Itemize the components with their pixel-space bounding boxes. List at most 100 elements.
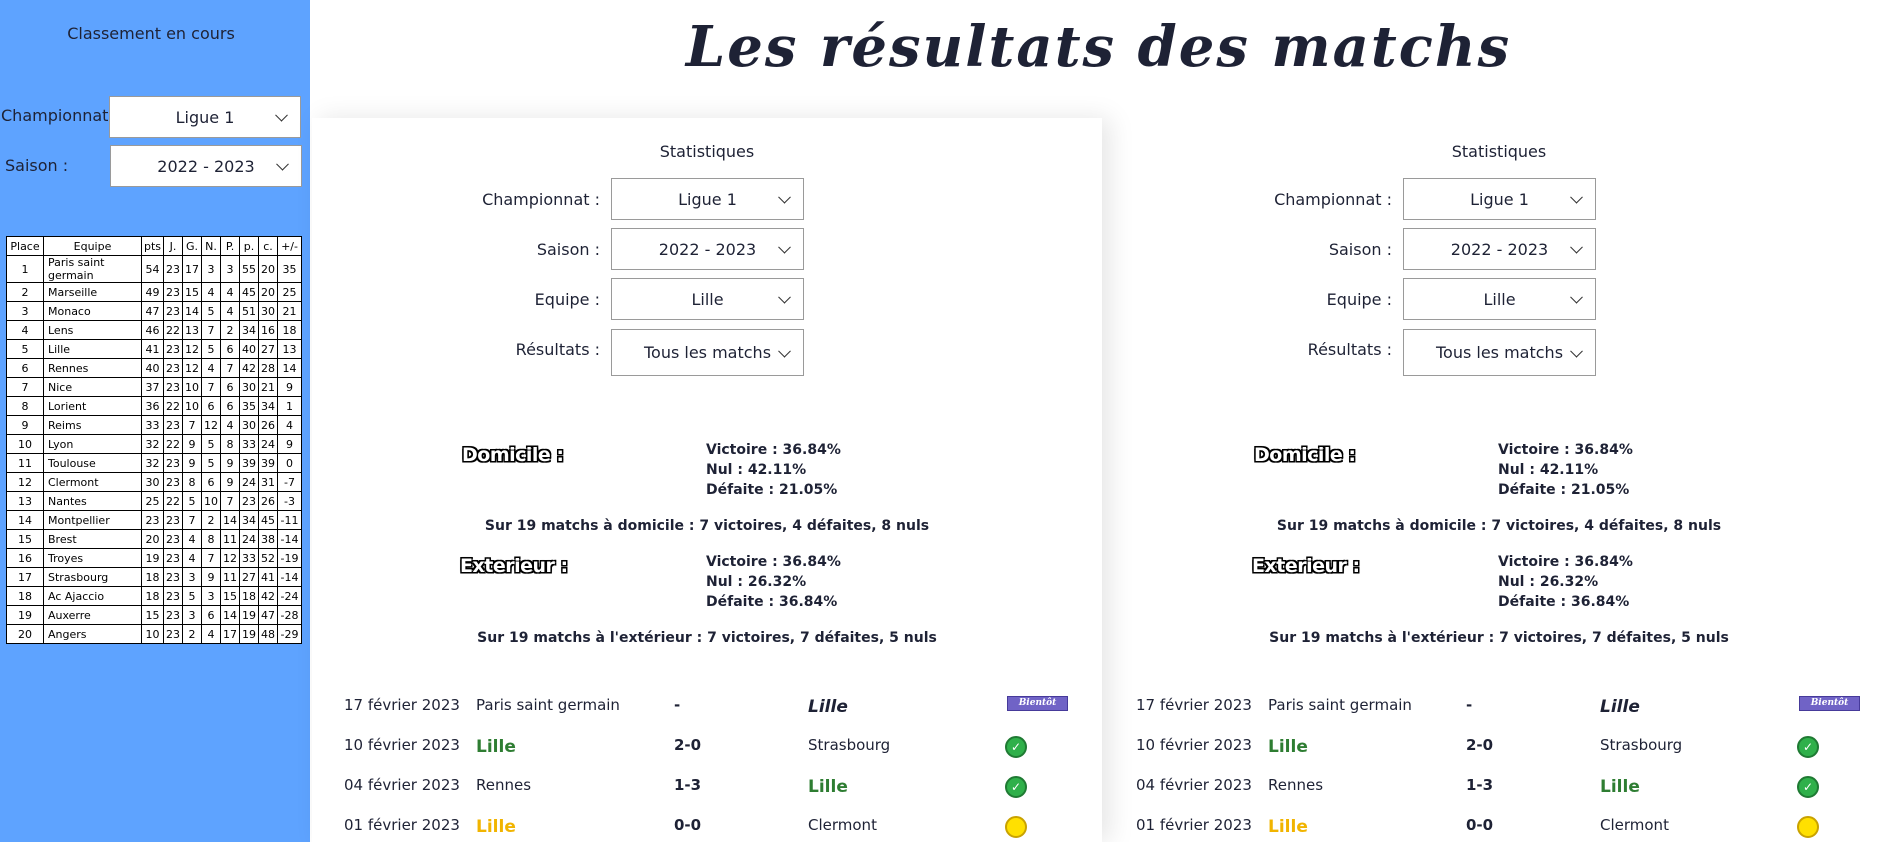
cell-contre: 16	[258, 320, 279, 340]
cell-j: 23	[163, 358, 184, 378]
header-pts: pts	[140, 236, 165, 256]
cell-diff: -14	[277, 529, 303, 549]
panel-championnat-value: Ligue 1	[678, 189, 737, 209]
page-title: Les résultats des matchs	[685, 14, 1512, 80]
ranking-row: 12 Clermont 30 23 8 6 9 24 31 -7	[6, 472, 303, 492]
match-score: 1-3	[674, 776, 702, 794]
match-score: -	[1466, 696, 1473, 714]
cell-pts: 18	[140, 567, 165, 587]
cell-place: 11	[6, 453, 44, 473]
cell-team: Strasbourg	[43, 567, 142, 587]
panel-resultats-select[interactable]: Tous les matchs	[1403, 329, 1596, 376]
panel-championnat-select[interactable]: Ligue 1	[1403, 178, 1596, 220]
match-row[interactable]: 17 février 2023 Paris saint germain - Li…	[312, 686, 1102, 726]
panel-saison-select[interactable]: 2022 - 2023	[1403, 228, 1596, 270]
cell-contre: 47	[258, 605, 279, 625]
match-home-team: Lille	[476, 817, 516, 837]
cell-g: 3	[182, 567, 203, 587]
cell-p: 7	[220, 358, 241, 378]
header-g: G.	[182, 236, 203, 256]
cell-pour: 39	[239, 453, 260, 473]
exterieur-defaite: Défaite : 36.84%	[706, 594, 838, 610]
header-equipe: Equipe	[43, 236, 142, 256]
cell-p: 12	[220, 548, 241, 568]
cell-diff: -19	[277, 548, 303, 568]
cell-pts: 30	[140, 472, 165, 492]
match-row[interactable]: 10 février 2023 Lille 2-0 Strasbourg ✓	[312, 726, 1102, 766]
panel-equipe-select[interactable]: Lille	[611, 278, 804, 320]
cell-diff: 14	[277, 358, 303, 378]
cell-place: 17	[6, 567, 44, 587]
domicile-nul: Nul : 42.11%	[1498, 462, 1599, 478]
match-away-team: Strasbourg	[808, 736, 891, 754]
cell-team: Marseille	[43, 282, 142, 302]
cell-team: Monaco	[43, 301, 142, 321]
match-row[interactable]: 10 février 2023 Lille 2-0 Strasbourg ✓	[1104, 726, 1887, 766]
panel-resultats-select[interactable]: Tous les matchs	[611, 329, 804, 376]
match-row[interactable]: 04 février 2023 Rennes 1-3 Lille ✓	[312, 766, 1102, 806]
match-home-team: Rennes	[1268, 776, 1324, 794]
cell-team: Auxerre	[43, 605, 142, 625]
cell-j: 23	[163, 301, 184, 321]
upcoming-badge: Bientôt	[1007, 696, 1068, 711]
championnat-select[interactable]: Ligue 1	[109, 96, 301, 138]
ranking-row: 11 Toulouse 32 23 9 5 9 39 39 0	[6, 453, 303, 473]
cell-place: 6	[6, 358, 44, 378]
saison-label: Saison :	[5, 156, 69, 175]
cell-p: 9	[220, 453, 241, 473]
match-score: -	[674, 696, 681, 714]
cell-diff: 25	[277, 282, 303, 302]
panel-saison-select[interactable]: 2022 - 2023	[611, 228, 804, 270]
cell-p: 4	[220, 301, 241, 321]
match-home-team: Lille	[476, 737, 516, 757]
cell-g: 7	[182, 510, 203, 530]
match-row[interactable]: 01 février 2023 Lille 0-0 Clermont	[312, 806, 1102, 842]
cell-g: 5	[182, 586, 203, 606]
cell-p: 11	[220, 529, 241, 549]
cell-place: 8	[6, 396, 44, 416]
ranking-row: 2 Marseille 49 23 15 4 4 45 20 25	[6, 282, 303, 302]
cell-contre: 20	[258, 282, 279, 302]
cell-p: 3	[220, 255, 241, 283]
cell-j: 23	[163, 510, 184, 530]
match-row[interactable]: 17 février 2023 Paris saint germain - Li…	[1104, 686, 1887, 726]
cell-pour: 33	[239, 434, 260, 454]
cell-pts: 23	[140, 510, 165, 530]
cell-diff: 18	[277, 320, 303, 340]
panel-saison-label: Saison :	[1328, 240, 1392, 259]
match-date: 01 février 2023	[344, 816, 460, 834]
cell-place: 4	[6, 320, 44, 340]
exterieur-nul: Nul : 26.32%	[1498, 574, 1599, 590]
ranking-row: 6 Rennes 40 23 12 4 7 42 28 14	[6, 358, 303, 378]
cell-p: 4	[220, 415, 241, 435]
panel-championnat-label: Championnat :	[482, 190, 600, 209]
ranking-row: 17 Strasbourg 18 23 3 9 11 27 41 -14	[6, 567, 303, 587]
cell-pts: 47	[140, 301, 165, 321]
cell-j: 23	[163, 282, 184, 302]
panel-equipe-label: Equipe :	[534, 290, 600, 309]
cell-team: Montpellier	[43, 510, 142, 530]
domicile-summary: Sur 19 matchs à domicile : 7 victoires, …	[1276, 518, 1722, 534]
sidebar: Classement en cours Championnat : Ligue …	[0, 0, 310, 842]
domicile-defaite: Défaite : 21.05%	[706, 482, 838, 498]
match-row[interactable]: 04 février 2023 Rennes 1-3 Lille ✓	[1104, 766, 1887, 806]
cell-pour: 35	[239, 396, 260, 416]
match-home-team: Rennes	[476, 776, 532, 794]
cell-contre: 26	[258, 415, 279, 435]
domicile-label: Domicile :	[462, 444, 564, 466]
saison-select[interactable]: 2022 - 2023	[110, 145, 302, 187]
match-row[interactable]: 01 février 2023 Lille 0-0 Clermont	[1104, 806, 1887, 842]
cell-p: 9	[220, 472, 241, 492]
header-contre: c.	[258, 236, 279, 256]
cell-contre: 26	[258, 491, 279, 511]
cell-g: 10	[182, 396, 203, 416]
cell-team: Lyon	[43, 434, 142, 454]
panel-equipe-select[interactable]: Lille	[1403, 278, 1596, 320]
match-score: 2-0	[1466, 736, 1494, 754]
domicile-nul: Nul : 42.11%	[706, 462, 807, 478]
cell-pour: 30	[239, 415, 260, 435]
header-place: Place	[6, 236, 44, 256]
cell-pts: 33	[140, 415, 165, 435]
ranking-row: 4 Lens 46 22 13 7 2 34 16 18	[6, 320, 303, 340]
panel-championnat-select[interactable]: Ligue 1	[611, 178, 804, 220]
